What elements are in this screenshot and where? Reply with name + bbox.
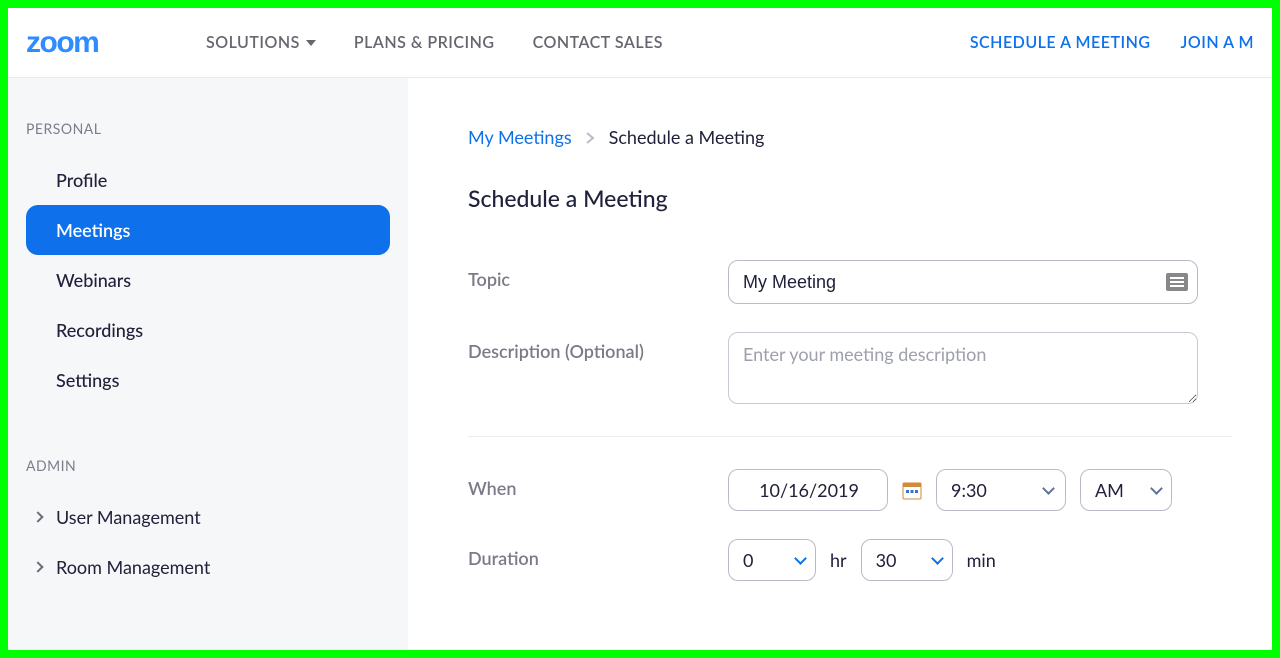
min-unit: min	[967, 549, 996, 571]
page-title: Schedule a Meeting	[468, 184, 1232, 212]
join-meeting-link[interactable]: JOIN A M	[1181, 33, 1254, 52]
chevron-down-icon	[1042, 482, 1055, 495]
nav-plans-pricing[interactable]: PLANS & PRICING	[354, 33, 495, 52]
nav-item-label: CONTACT SALES	[533, 33, 663, 52]
sidebar-item-profile[interactable]: Profile	[26, 155, 390, 205]
sidebar-item-webinars[interactable]: Webinars	[26, 255, 390, 305]
topic-label: Topic	[468, 260, 728, 290]
breadcrumb-my-meetings[interactable]: My Meetings	[468, 126, 572, 148]
duration-label: Duration	[468, 539, 728, 569]
description-label: Description (Optional)	[468, 332, 728, 362]
breadcrumb-current: Schedule a Meeting	[609, 126, 765, 148]
schedule-meeting-link[interactable]: SCHEDULE A MEETING	[970, 33, 1151, 52]
sidebar-item-meetings[interactable]: Meetings	[26, 205, 390, 255]
hr-unit: hr	[830, 549, 847, 571]
date-value: 10/16/2019	[759, 479, 859, 501]
chevron-right-icon	[586, 126, 595, 148]
zoom-logo[interactable]: zoom	[26, 8, 176, 77]
chevron-down-icon	[1150, 482, 1163, 495]
main-content: My Meetings Schedule a Meeting Schedule …	[408, 78, 1272, 650]
chevron-down-icon	[931, 552, 944, 565]
template-icon[interactable]	[1166, 273, 1188, 291]
header-right: SCHEDULE A MEETING JOIN A M	[970, 33, 1254, 52]
form-row-description: Description (Optional)	[468, 332, 1232, 408]
form-row-when: When 10/16/2019	[468, 469, 1232, 511]
sidebar: PERSONAL Profile Meetings Webinars Recor…	[8, 78, 408, 650]
when-label: When	[468, 469, 728, 499]
nav-item-label: PLANS & PRICING	[354, 33, 495, 52]
duration-hr-select[interactable]: 0	[728, 539, 816, 581]
sidebar-personal-list: Profile Meetings Webinars Recordings Set…	[8, 155, 408, 405]
duration-min-select[interactable]: 30	[861, 539, 953, 581]
time-select[interactable]: 9:30	[936, 469, 1066, 511]
header: zoom SOLUTIONS PLANS & PRICING CONTACT S…	[8, 8, 1272, 78]
form-row-topic: Topic	[468, 260, 1232, 304]
chevron-right-icon	[32, 511, 43, 522]
caret-down-icon	[306, 40, 316, 46]
nav-contact-sales[interactable]: CONTACT SALES	[533, 33, 663, 52]
admin-item-label: User Management	[56, 506, 201, 528]
nav-item-label: SOLUTIONS	[206, 33, 300, 52]
chevron-down-icon	[794, 552, 807, 565]
duration-min-value: 30	[876, 549, 897, 571]
sidebar-item-recordings[interactable]: Recordings	[26, 305, 390, 355]
admin-item-label: Room Management	[56, 556, 210, 578]
calendar-icon[interactable]	[902, 480, 922, 500]
ampm-value: AM	[1095, 479, 1124, 501]
form-row-duration: Duration 0 hr 30 min	[468, 539, 1232, 581]
duration-hr-value: 0	[743, 549, 753, 571]
sidebar-item-user-management[interactable]: User Management	[26, 492, 390, 542]
sidebar-item-settings[interactable]: Settings	[26, 355, 390, 405]
svg-text:zoom: zoom	[26, 26, 98, 59]
sidebar-admin-list: User Management Room Management	[8, 492, 408, 592]
ampm-select[interactable]: AM	[1080, 469, 1172, 511]
zoom-logo-icon: zoom	[26, 23, 176, 63]
topic-input[interactable]	[728, 260, 1198, 304]
date-input[interactable]: 10/16/2019	[728, 469, 888, 511]
nav-solutions[interactable]: SOLUTIONS	[206, 33, 316, 52]
sidebar-item-room-management[interactable]: Room Management	[26, 542, 390, 592]
sidebar-section-admin: ADMIN	[8, 443, 408, 492]
sidebar-section-personal: PERSONAL	[8, 106, 408, 155]
top-nav: SOLUTIONS PLANS & PRICING CONTACT SALES	[206, 33, 663, 52]
chevron-right-icon	[32, 561, 43, 572]
divider	[468, 436, 1232, 437]
description-textarea[interactable]	[728, 332, 1198, 404]
breadcrumb: My Meetings Schedule a Meeting	[468, 126, 1232, 148]
time-value: 9:30	[951, 479, 987, 501]
